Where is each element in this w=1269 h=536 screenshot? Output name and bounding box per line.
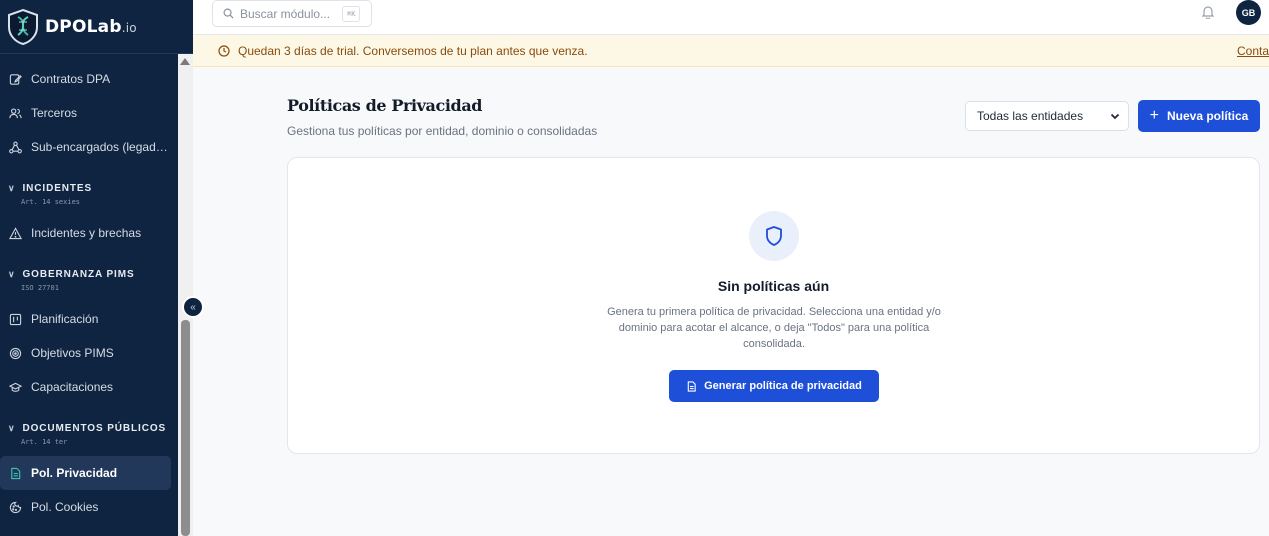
- sidebar-item-label: Planificación: [31, 312, 99, 326]
- topbar: ⌘K GB: [193, 0, 1269, 35]
- section-title: DOCUMENTOS PÚBLICOS: [22, 422, 167, 434]
- sidebar-item-terceros[interactable]: Terceros: [0, 96, 178, 130]
- section-subtitle: ISO 27701: [21, 283, 59, 292]
- empty-state-title: Sin políticas aún: [717, 278, 830, 294]
- sidebar-item-pol-privacidad[interactable]: Pol. Privacidad: [0, 456, 171, 490]
- empty-state-card: Sin políticas aún Genera tu primera polí…: [287, 157, 1260, 454]
- users-icon: [9, 107, 22, 118]
- new-policy-label: Nueva política: [1166, 109, 1249, 123]
- warning-icon: [9, 226, 22, 239]
- chevron-down-icon: ∨: [8, 182, 16, 193]
- section-title: GOBERNANZA PIMS: [22, 268, 135, 280]
- sidebar-item-label: Incidentes y brechas: [31, 226, 142, 240]
- sidebar-item-label: Pol. Privacidad: [31, 466, 118, 480]
- cookie-icon: [9, 501, 22, 513]
- board-icon: [9, 313, 22, 325]
- sidebar-item-sub-encargados[interactable]: Sub-encargados (legad…: [0, 130, 178, 164]
- collapse-sidebar-button[interactable]: «: [182, 296, 204, 318]
- empty-state-icon-badge: [749, 211, 799, 261]
- plus-icon: +: [1149, 107, 1159, 124]
- sidebar-item-contratos-dpa[interactable]: Contratos DPA: [0, 62, 178, 96]
- trial-banner: Quedan 3 días de trial. Conversemos de t…: [193, 35, 1269, 67]
- sidebar-item-label: Terceros: [31, 106, 78, 120]
- target-icon: [9, 347, 22, 359]
- edit-document-icon: [9, 73, 22, 85]
- clock-icon: [218, 44, 230, 57]
- bell-icon[interactable]: [1201, 5, 1215, 19]
- sidebar-item-label: Contratos DPA: [31, 72, 111, 86]
- shortcut-hint: ⌘K: [342, 5, 361, 22]
- double-chevron-left-icon: «: [190, 301, 196, 313]
- page-title: Políticas de Privacidad: [287, 96, 483, 115]
- sidebar-item-label: Pol. Cookies: [31, 500, 99, 514]
- graduation-cap-icon: [9, 382, 22, 392]
- section-subtitle: Art. 14 ter: [21, 437, 68, 446]
- chevron-down-icon: ∨: [8, 268, 16, 279]
- trial-message: Quedan 3 días de trial. Conversemos de t…: [238, 43, 588, 58]
- entity-filter-select[interactable]: Todas las entidades: [965, 101, 1129, 131]
- new-policy-button[interactable]: + Nueva política: [1138, 100, 1260, 132]
- generate-policy-label: Generar política de privacidad: [704, 380, 862, 392]
- contact-link[interactable]: Conta: [1237, 44, 1269, 58]
- sidebar-item-objetivos-pims[interactable]: Objetivos PIMS: [0, 336, 178, 370]
- generate-policy-button[interactable]: Generar política de privacidad: [669, 370, 879, 402]
- sidebar-nav: Contratos DPA Terceros Sub-encargados (l…: [0, 62, 178, 524]
- document-icon: [687, 380, 696, 392]
- search-icon: [223, 8, 234, 19]
- section-documentos-publicos[interactable]: ∨ DOCUMENTOS PÚBLICOS Art. 14 ter: [0, 412, 178, 456]
- search-box[interactable]: ⌘K: [212, 0, 372, 27]
- document-icon: [11, 467, 21, 479]
- brand[interactable]: DPOLab.io: [0, 0, 193, 54]
- section-gobernanza-pims[interactable]: ∨ GOBERNANZA PIMS ISO 27701: [0, 258, 178, 302]
- chevron-down-icon: [1110, 113, 1120, 120]
- sidebar-scrollbar[interactable]: [178, 54, 193, 536]
- scroll-up-arrow-icon[interactable]: [180, 58, 190, 65]
- section-title: INCIDENTES: [22, 182, 93, 194]
- chevron-down-icon: ∨: [8, 422, 16, 433]
- empty-state-description: Genera tu primera política de privacidad…: [607, 306, 941, 350]
- avatar[interactable]: GB: [1236, 0, 1261, 25]
- entity-filter-value: Todas las entidades: [977, 109, 1084, 123]
- search-input[interactable]: [240, 6, 340, 21]
- section-subtitle: Art. 14 sexies: [21, 197, 81, 206]
- section-incidentes[interactable]: ∨ INCIDENTES Art. 14 sexies: [0, 172, 178, 216]
- sidebar-item-label: Capacitaciones: [31, 380, 114, 394]
- sidebar-item-label: Sub-encargados (legad…: [31, 140, 168, 154]
- page-subtitle: Gestiona tus políticas por entidad, domi…: [287, 124, 598, 138]
- scrollbar-thumb[interactable]: [181, 320, 190, 536]
- sidebar-item-label: Objetivos PIMS: [31, 346, 114, 360]
- brand-name: DPOLab.io: [45, 16, 137, 37]
- sidebar-item-incidentes-brechas[interactable]: Incidentes y brechas: [0, 216, 178, 250]
- network-icon: [9, 141, 22, 153]
- shield-icon: [766, 226, 782, 246]
- sidebar-item-planificacion[interactable]: Planificación: [0, 302, 178, 336]
- sidebar-item-capacitaciones[interactable]: Capacitaciones: [0, 370, 178, 404]
- shield-logo-icon: [8, 8, 38, 45]
- sidebar: DPOLab.io Contratos DPA Terceros Sub-enc…: [0, 0, 193, 536]
- sidebar-item-pol-cookies[interactable]: Pol. Cookies: [0, 490, 178, 524]
